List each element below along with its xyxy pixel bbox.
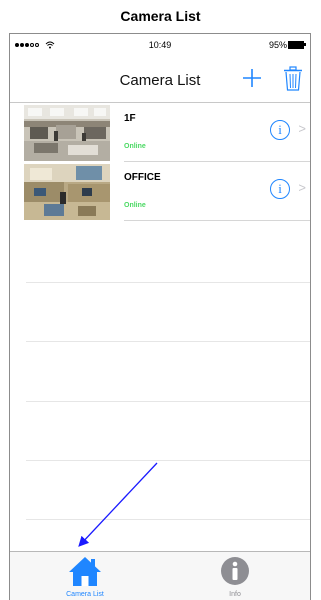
camera-name: 1F (124, 113, 136, 124)
camera-info-button[interactable]: i (270, 120, 290, 140)
battery-icon (288, 41, 304, 49)
tab-camera-list[interactable]: Camera List (10, 552, 160, 600)
camera-list: 1F Online i > OFFICE Online i > (10, 103, 310, 221)
camera-row[interactable]: OFFICE Online i > (10, 162, 310, 221)
tab-label: Info (229, 591, 241, 598)
plus-icon (243, 69, 261, 87)
status-bar: 10:49 95% (10, 34, 310, 58)
document-title: Camera List (120, 8, 201, 24)
row-separator (124, 220, 310, 221)
info-circle-icon: i (278, 181, 282, 196)
tab-info[interactable]: Info (160, 552, 310, 600)
empty-row-separator (26, 341, 310, 342)
house-icon (69, 557, 101, 586)
empty-row-separator (26, 460, 310, 461)
camera-name: OFFICE (124, 172, 161, 183)
tab-bar: Camera List Info (10, 551, 310, 600)
info-circle-icon: i (278, 122, 282, 137)
battery-cap (304, 43, 306, 46)
empty-row-separator (26, 519, 310, 520)
add-camera-button[interactable] (240, 66, 264, 90)
status-time: 10:49 (148, 40, 172, 50)
trash-icon (284, 66, 302, 91)
camera-info-button[interactable]: i (270, 179, 290, 199)
camera-thumbnail (24, 164, 110, 220)
nav-title: Camera List (119, 72, 201, 89)
chevron-right-icon: > (298, 180, 306, 195)
chevron-right-icon: > (298, 121, 306, 136)
info-icon (221, 557, 249, 585)
camera-row[interactable]: 1F Online i > (10, 103, 310, 162)
delete-camera-button[interactable] (282, 66, 304, 92)
phone-screen: 10:49 95% Camera List 1F Online i > OFFI… (9, 33, 311, 600)
empty-row-separator (26, 401, 310, 402)
camera-status: Online (124, 143, 146, 150)
camera-thumbnail (24, 105, 110, 161)
navigation-bar: Camera List (10, 58, 310, 103)
camera-status: Online (124, 202, 146, 209)
empty-row-separator (26, 282, 310, 283)
battery-percent: 95% (268, 40, 287, 50)
tab-label: Camera List (66, 591, 104, 598)
